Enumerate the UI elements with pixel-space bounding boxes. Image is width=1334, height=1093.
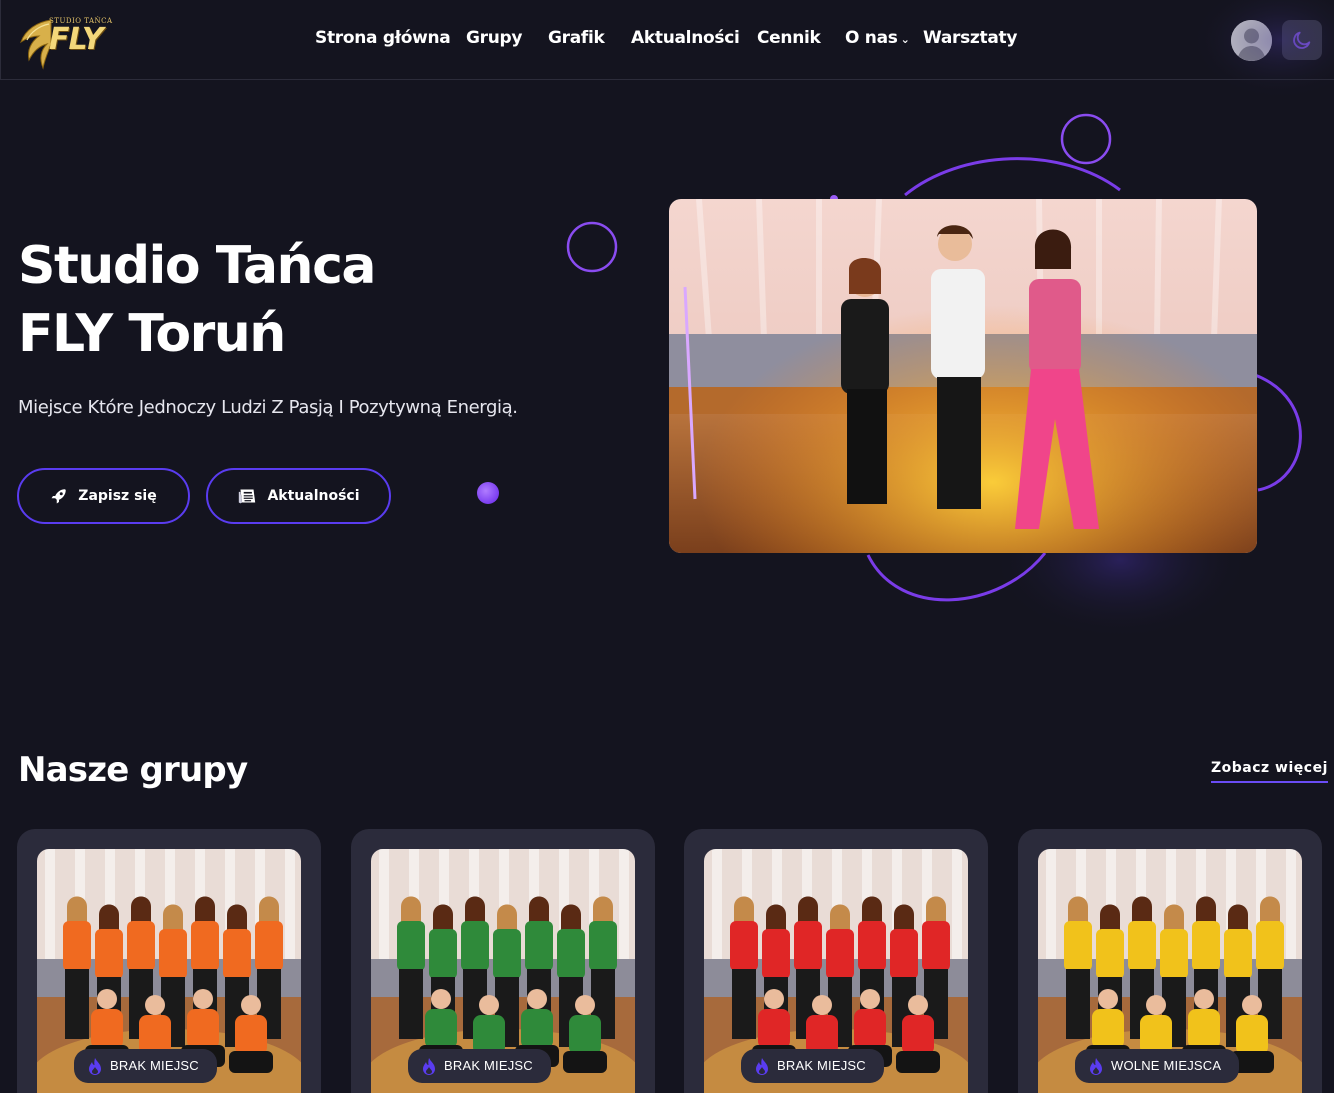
logo[interactable]: STUDIO TAŃCA FLY	[19, 12, 115, 70]
logo-word: FLY	[49, 22, 104, 57]
group-card[interactable]: WOLNE MIEJSCA	[1018, 829, 1322, 1093]
hero-photo	[669, 199, 1257, 553]
group-card[interactable]: BRAK MIEJSC	[351, 829, 655, 1093]
groups-section-title: Nasze grupy	[18, 750, 248, 790]
theme-toggle-button[interactable]	[1282, 20, 1322, 60]
news-button[interactable]: Aktualności	[206, 468, 391, 524]
moon-icon	[1293, 31, 1311, 49]
availability-label: WOLNE MIEJSCA	[1111, 1058, 1222, 1073]
user-avatar-icon	[1231, 20, 1272, 61]
availability-badge: WOLNE MIEJSCA	[1075, 1049, 1240, 1083]
hero-title-line1: Studio Tańca	[18, 236, 377, 296]
user-avatar-button[interactable]	[1231, 20, 1272, 61]
nav-item-groups[interactable]: Grupy	[466, 28, 523, 48]
flame-icon	[88, 1058, 102, 1078]
nav-item-home[interactable]: Strona główna	[315, 28, 451, 48]
newspaper-icon	[239, 489, 256, 504]
flame-icon	[755, 1058, 769, 1078]
hero-title: Studio Tańca FLY Toruń	[18, 232, 578, 368]
hero-subtitle: Miejsce Które Jednoczy Ludzi Z Pasją I P…	[18, 397, 518, 418]
nav-item-news[interactable]: Aktualności	[631, 28, 740, 48]
availability-badge: BRAK MIEJSC	[408, 1049, 551, 1083]
signup-button[interactable]: Zapisz się	[17, 468, 190, 524]
site-header: STUDIO TAŃCA FLY Strona główna Grupy Gra…	[0, 0, 1334, 80]
see-more-link[interactable]: Zobacz więcej	[1211, 760, 1328, 783]
nav-item-about[interactable]: O nas ⌄	[845, 28, 910, 48]
nav-item-pricing[interactable]: Cennik	[757, 28, 821, 48]
rocket-icon	[51, 489, 67, 504]
availability-badge: BRAK MIEJSC	[74, 1049, 217, 1083]
nav-item-about-label: O nas	[845, 28, 898, 48]
chevron-down-icon: ⌄	[900, 33, 910, 46]
hero-title-line2: FLY Toruń	[18, 304, 286, 364]
availability-label: BRAK MIEJSC	[444, 1058, 533, 1073]
availability-badge: BRAK MIEJSC	[741, 1049, 884, 1083]
group-card[interactable]: BRAK MIEJSC	[684, 829, 988, 1093]
news-label: Aktualności	[267, 488, 360, 504]
availability-label: BRAK MIEJSC	[777, 1058, 866, 1073]
hero-photo-image	[669, 199, 1257, 553]
group-card[interactable]: BRAK MIEJSC	[17, 829, 321, 1093]
nav-item-workshops[interactable]: Warsztaty	[923, 28, 1017, 48]
wing-icon	[20, 19, 52, 70]
flame-icon	[422, 1058, 436, 1078]
availability-label: BRAK MIEJSC	[110, 1058, 199, 1073]
flame-icon	[1089, 1058, 1103, 1078]
nav-item-schedule[interactable]: Grafik	[548, 28, 605, 48]
signup-label: Zapisz się	[78, 488, 157, 504]
